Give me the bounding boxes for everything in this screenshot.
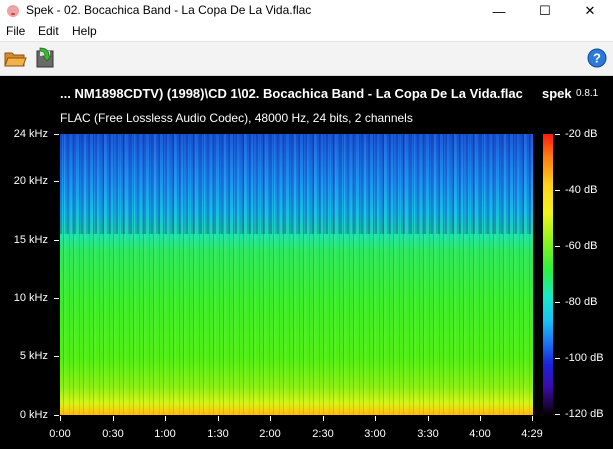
db-label-minus-120: -120 dB — [565, 408, 604, 420]
minimize-icon: — — [492, 3, 506, 19]
db-tick — [555, 190, 560, 191]
freq-label-10k: 10 kHz — [13, 292, 48, 304]
db-tick — [555, 414, 560, 415]
freq-tick — [54, 240, 59, 241]
open-button[interactable] — [3, 47, 27, 69]
time-label-4-00: 4:00 — [469, 428, 491, 440]
freq-label-5k: 5 kHz — [19, 350, 48, 362]
svg-text:?: ? — [593, 51, 601, 66]
db-tick — [555, 134, 560, 135]
time-tick — [532, 416, 533, 421]
close-button[interactable]: ✕ — [567, 0, 613, 22]
minimize-button[interactable]: — — [476, 0, 522, 22]
folder-open-icon — [4, 52, 27, 67]
time-tick — [60, 416, 61, 421]
time-label-3-00: 3:00 — [364, 428, 386, 440]
spectrogram-canvas[interactable]: ... NM1898CDTV) (1998)\CD 1\02. Bocachic… — [0, 76, 613, 449]
time-tick — [270, 416, 271, 421]
time-label-4-29: 4:29 — [521, 428, 543, 440]
menu-bar: File Edit Help — [0, 22, 613, 42]
maximize-button[interactable]: ☐ — [522, 0, 568, 22]
time-tick — [113, 416, 114, 421]
save-icon — [36, 47, 54, 68]
db-label-minus-60: -60 dB — [565, 240, 598, 252]
freq-tick — [54, 181, 59, 182]
menu-help[interactable]: Help — [72, 24, 97, 38]
toolbar: ? — [0, 42, 613, 76]
time-label-3-30: 3:30 — [417, 428, 439, 440]
time-tick — [218, 416, 219, 421]
close-icon: ✕ — [584, 3, 596, 18]
db-label-minus-80: -80 dB — [565, 296, 598, 308]
app-version-label: 0.8.1 — [576, 88, 599, 99]
spectrogram-image — [60, 134, 533, 415]
freq-tick — [54, 298, 59, 299]
freq-label-20k: 20 kHz — [13, 175, 48, 187]
freq-tick — [54, 356, 59, 357]
db-color-scale — [543, 134, 553, 415]
menu-file[interactable]: File — [6, 24, 25, 38]
time-tick — [480, 416, 481, 421]
db-label-minus-100: -100 dB — [565, 352, 604, 364]
time-label-1-00: 1:00 — [154, 428, 176, 440]
maximize-icon: ☐ — [539, 3, 551, 18]
time-label-1-30: 1:30 — [207, 428, 229, 440]
db-tick — [555, 246, 560, 247]
spectrogram-low-band — [60, 403, 533, 415]
freq-label-24k: 24 kHz — [13, 128, 48, 140]
menu-edit[interactable]: Edit — [38, 24, 59, 38]
time-label-2-00: 2:00 — [259, 428, 281, 440]
time-tick — [375, 416, 376, 421]
time-label-0-30: 0:30 — [102, 428, 124, 440]
db-label-minus-40: -40 dB — [565, 184, 598, 196]
time-label-2-30: 2:30 — [312, 428, 334, 440]
app-name-label: spek — [542, 86, 572, 101]
freq-tick — [54, 415, 59, 416]
time-tick — [165, 416, 166, 421]
spek-app-icon — [7, 5, 19, 17]
db-label-minus-20: -20 dB — [565, 128, 598, 140]
freq-label-0k: 0 kHz — [19, 409, 48, 421]
help-button[interactable]: ? — [586, 47, 610, 69]
help-icon: ? — [587, 48, 607, 68]
file-path-label: ... NM1898CDTV) (1998)\CD 1\02. Bocachic… — [60, 86, 523, 101]
title-bar: Spek - 02. Bocachica Band - La Copa De L… — [0, 0, 613, 22]
time-tick — [323, 416, 324, 421]
freq-tick — [54, 134, 59, 135]
spectrogram-high-band — [60, 134, 533, 234]
time-tick — [428, 416, 429, 421]
db-tick — [555, 358, 560, 359]
window-title: Spek - 02. Bocachica Band - La Copa De L… — [26, 3, 312, 17]
db-tick — [555, 302, 560, 303]
file-info-label: FLAC (Free Lossless Audio Codec), 48000 … — [60, 111, 413, 125]
save-button[interactable] — [33, 47, 57, 69]
freq-label-15k: 15 kHz — [13, 234, 48, 246]
time-label-0-00: 0:00 — [49, 428, 71, 440]
